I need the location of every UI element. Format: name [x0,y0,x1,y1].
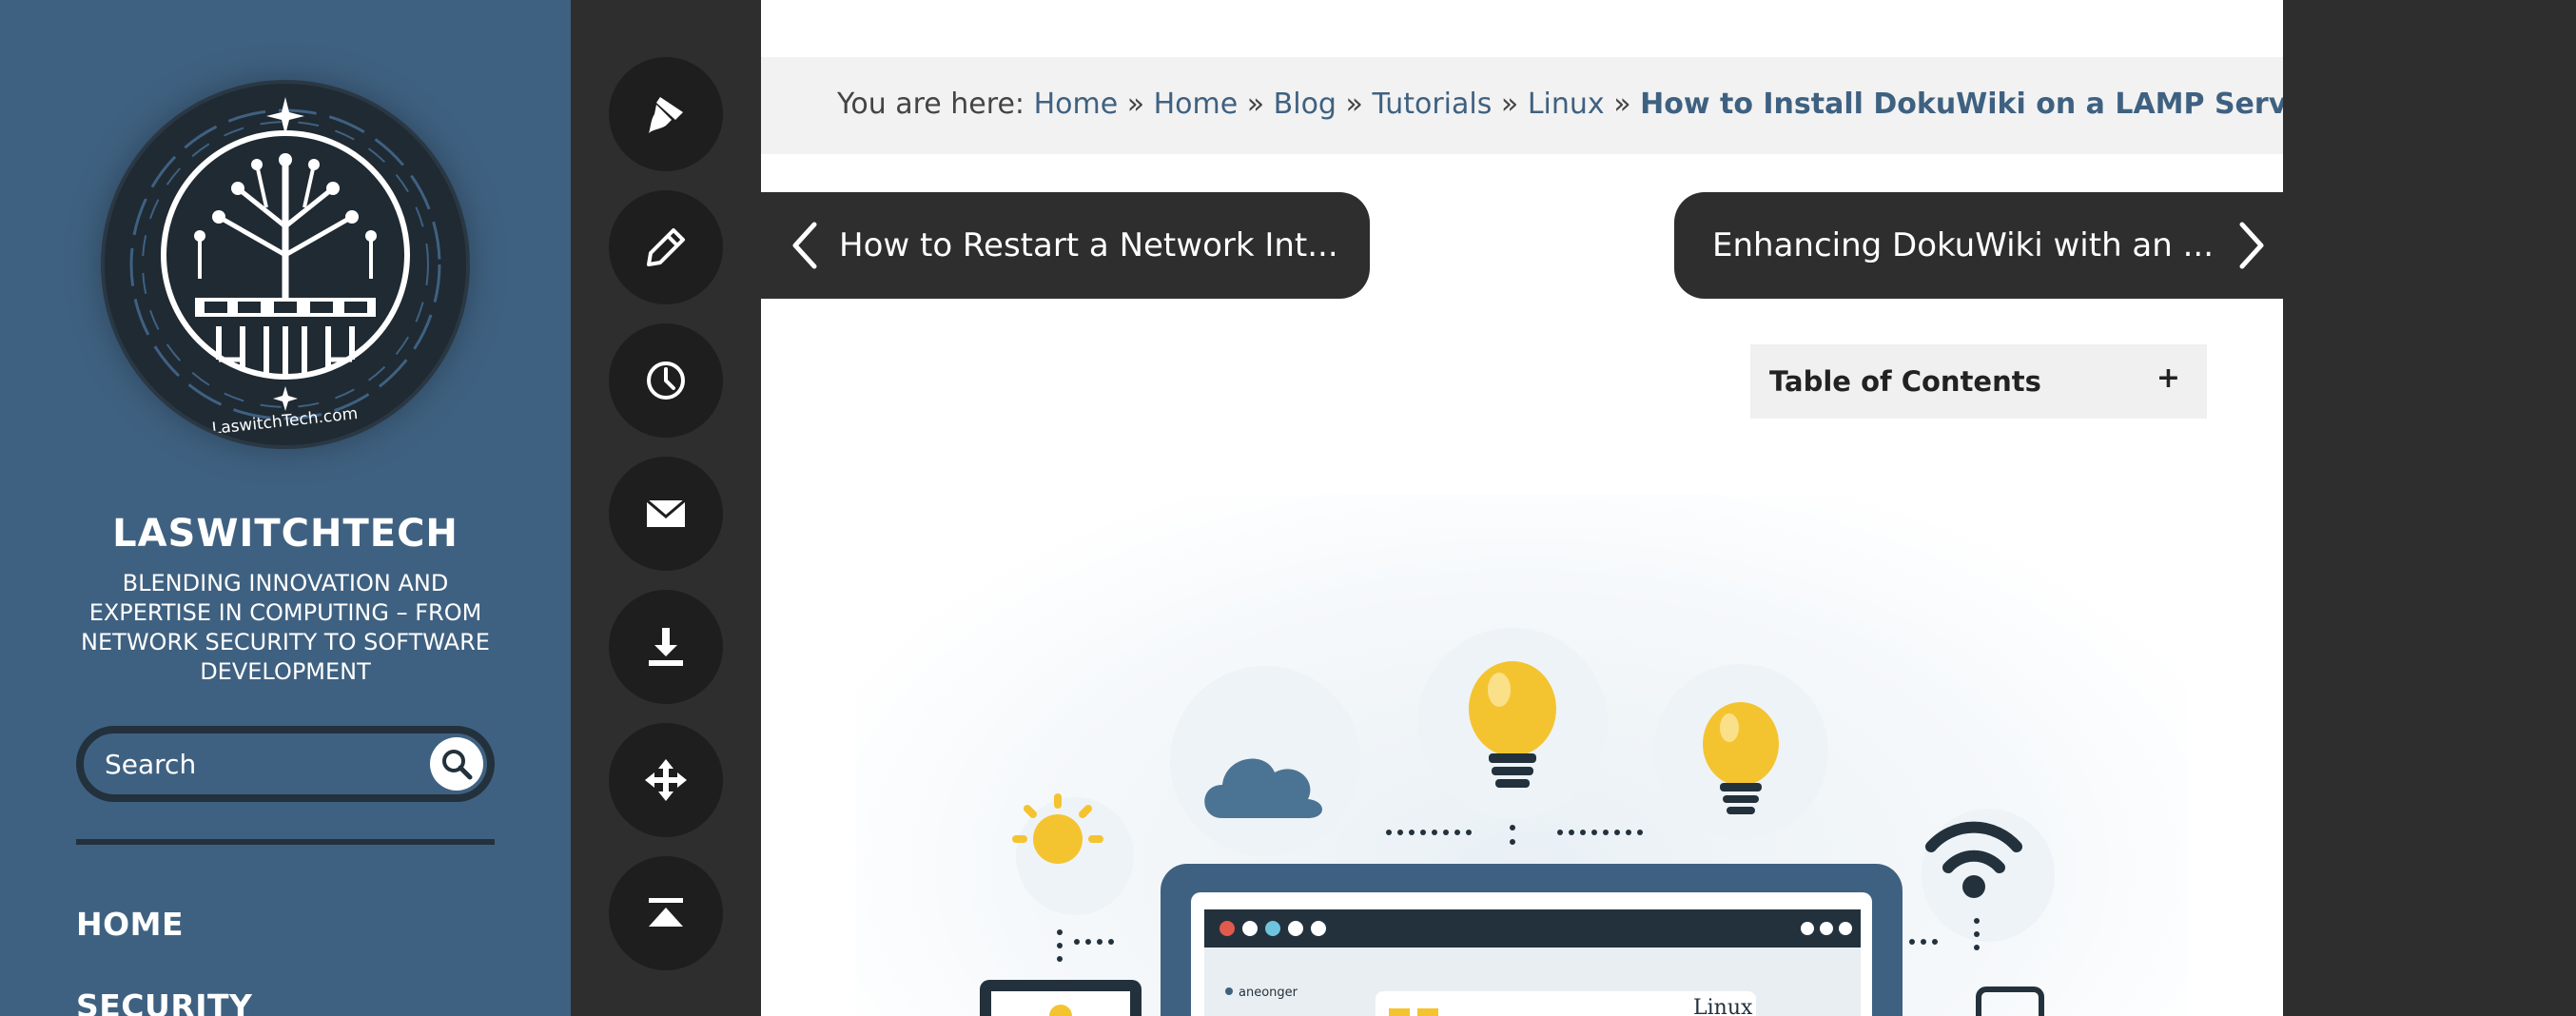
history-button[interactable] [609,323,723,438]
circuit-tree-logo-icon: LaswitchTech.com [116,95,455,439]
previous-post-link[interactable]: How to Restart a Network Int... [761,192,1370,299]
page-tools [571,0,761,1016]
breadcrumb-home[interactable]: Home [1034,88,1119,121]
search-button[interactable] [430,737,483,791]
move-icon [645,759,687,801]
breadcrumb-blog[interactable]: Blog [1274,88,1337,121]
move-button[interactable] [609,723,723,837]
search-icon [442,750,473,780]
right-margin [2283,0,2576,1016]
breadcrumb-bar: You are here: Home » Home » Blog » Tutor… [761,57,2283,154]
toc-title: Table of Contents [1769,365,2041,398]
customize-button[interactable] [609,57,723,171]
breadcrumb-linux[interactable]: Linux [1528,88,1605,121]
back-to-top-button[interactable] [609,856,723,970]
sidebar-divider [76,839,495,845]
chevron-right-icon [2239,222,2264,269]
hero-app-label: aneonger [1239,986,1298,1000]
breadcrumb-tutorials[interactable]: Tutorials [1372,88,1492,121]
email-button[interactable] [609,457,723,571]
breadcrumb-separator: » [1246,88,1265,121]
site-logo[interactable]: LaswitchTech.com [105,84,466,445]
edit-button[interactable] [609,190,723,304]
envelope-icon [646,498,686,527]
hero-window-label: Linux [1693,996,1753,1016]
breadcrumb-prefix: You are here: [837,88,1025,121]
next-post-title: Enhancing DokuWiki with an ... [1712,226,2215,264]
pencil-icon [647,228,685,266]
featured-image: aneonger Linux [856,495,2188,1016]
breadcrumb-separator: » [1500,88,1519,121]
chevron-left-icon [792,222,817,269]
site-tagline: BLENDING INNOVATION AND EXPERTISE IN COM… [81,570,490,685]
nav-item-home[interactable]: HOME [76,906,184,943]
breadcrumb-separator: » [1126,88,1145,121]
breadcrumb: You are here: Home » Home » Blog » Tutor… [837,88,2283,121]
download-button[interactable] [609,590,723,704]
breadcrumb-home-2[interactable]: Home [1154,88,1239,121]
site-title[interactable]: LASWITCHTECH [0,512,571,556]
download-icon [649,628,683,666]
toc-toggle[interactable]: + [2156,361,2180,395]
clock-icon [647,361,685,400]
paint-brush-icon [649,97,683,133]
back-to-top-icon [649,898,683,927]
tech-illustration-icon: aneonger Linux [980,628,2055,1016]
main-content: You are here: Home » Home » Blog » Tutor… [761,0,2283,1016]
previous-post-title: How to Restart a Network Int... [839,226,1338,264]
table-of-contents[interactable]: Table of Contents + [1750,344,2207,419]
breadcrumb-separator: » [1613,88,1631,121]
search-input[interactable] [105,743,409,785]
search-form [76,726,495,802]
next-post-link[interactable]: Enhancing DokuWiki with an ... [1674,192,2283,299]
nav-item-security[interactable]: SECURITY [76,987,252,1016]
breadcrumb-current: How to Install DokuWiki on a LAMP Server [1640,88,2283,121]
sidebar: LaswitchTech.com LASWITCHTECH BLENDING I… [0,0,571,1016]
breadcrumb-separator: » [1345,88,1363,121]
